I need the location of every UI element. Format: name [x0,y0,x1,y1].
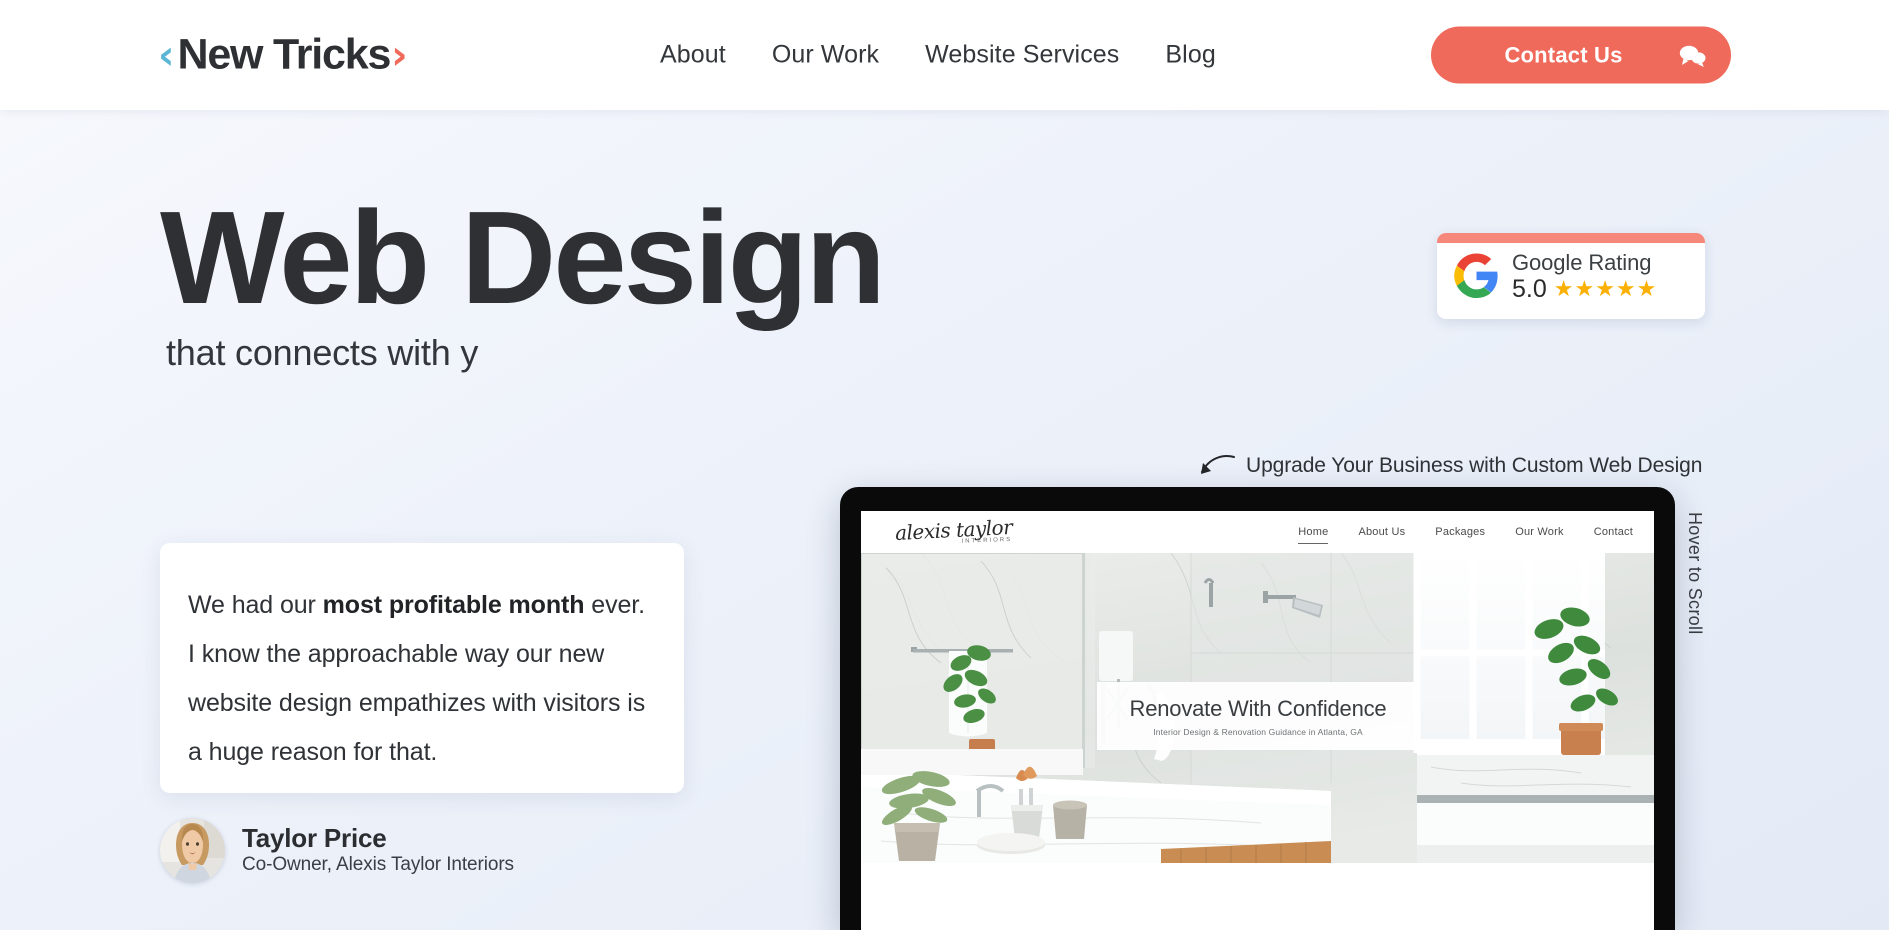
contact-us-label: Contact Us [1504,42,1623,67]
preview-nav-contact[interactable]: Contact [1594,526,1633,538]
testimonial-attribution: Taylor Price Co-Owner, Alexis Taylor Int… [160,818,514,883]
author-name: Taylor Price [242,822,387,853]
preview-site-nav: Home About Us Packages Our Work Contact [1298,526,1633,544]
nav-item-our-work[interactable]: Our Work [772,41,879,70]
site-logo[interactable]: ‹ New Tricks › [158,31,408,80]
nav-item-about[interactable]: About [660,41,726,70]
attribution-text: Taylor Price Co-Owner, Alexis Taylor Int… [242,823,514,878]
nav-item-blog[interactable]: Blog [1165,41,1215,70]
preview-nav-packages[interactable]: Packages [1435,526,1485,538]
preview-content-area [861,863,1654,930]
preview-hero-caption: Renovate With Confidence Interior Design… [1097,682,1419,750]
preview-nav-home[interactable]: Home [1298,526,1329,544]
quote-text-lead: We had our [188,591,323,619]
preview-site-header: alexis taylor INTERIORS Home About Us Pa… [861,511,1654,553]
star-rating-icon: ★★★★★ [1553,276,1658,302]
site-header: ‹ New Tricks › About Our Work Website Se… [0,0,1889,110]
curved-arrow-down-left-icon [1196,452,1236,480]
hover-to-scroll-hint: Hover to Scroll [1685,512,1705,635]
site-logo-text: New Tricks [177,30,391,79]
google-rating-score-row: 5.0 ★★★★★ [1512,274,1658,303]
google-card-top-bar [1437,233,1705,243]
chevron-right-icon: › [391,32,408,78]
chat-bubbles-icon [1678,43,1706,67]
contact-us-button[interactable]: Contact Us [1431,26,1731,84]
annotation-callout: Upgrade Your Business with Custom Web De… [1196,452,1702,480]
laptop-screen[interactable]: alexis taylor INTERIORS Home About Us Pa… [861,511,1654,930]
nav-item-website-services[interactable]: Website Services [925,41,1119,70]
google-rating-card[interactable]: Google Rating 5.0 ★★★★★ [1437,233,1705,319]
laptop-mockup: alexis taylor INTERIORS Home About Us Pa… [840,487,1675,930]
main-navigation: About Our Work Website Services Blog [660,41,1216,70]
preview-hero-title: Renovate With Confidence [1129,695,1387,721]
testimonial-card: We had our most profitable month ever. I… [160,543,684,793]
google-rating-title: Google Rating [1512,250,1652,275]
hero-subtitle: that connects with y [166,332,479,373]
hero-title: Web Design [160,184,886,331]
preview-hero-subtitle: Interior Design & Renovation Guidance in… [1153,726,1363,737]
marble-bathroom-photo: Renovate With Confidence Interior Design… [861,553,1654,863]
quote-text-bold: most profitable month [322,591,585,619]
preview-site-logo[interactable]: alexis taylor INTERIORS [894,514,1012,544]
preview-nav-about-us[interactable]: About Us [1358,526,1405,538]
annotation-label: Upgrade Your Business with Custom Web De… [1246,454,1703,477]
google-rating-score: 5.0 [1512,274,1547,303]
chevron-left-icon: ‹ [158,32,175,78]
google-rating-info: Google Rating 5.0 ★★★★★ [1512,250,1657,302]
preview-nav-our-work[interactable]: Our Work [1515,526,1563,538]
author-role: Co-Owner, Alexis Taylor Interiors [242,854,514,876]
testimonial-quote: We had our most profitable month ever. I… [188,581,649,777]
google-g-icon [1454,253,1499,299]
google-card-body: Google Rating 5.0 ★★★★★ [1437,243,1705,302]
avatar [160,818,225,883]
